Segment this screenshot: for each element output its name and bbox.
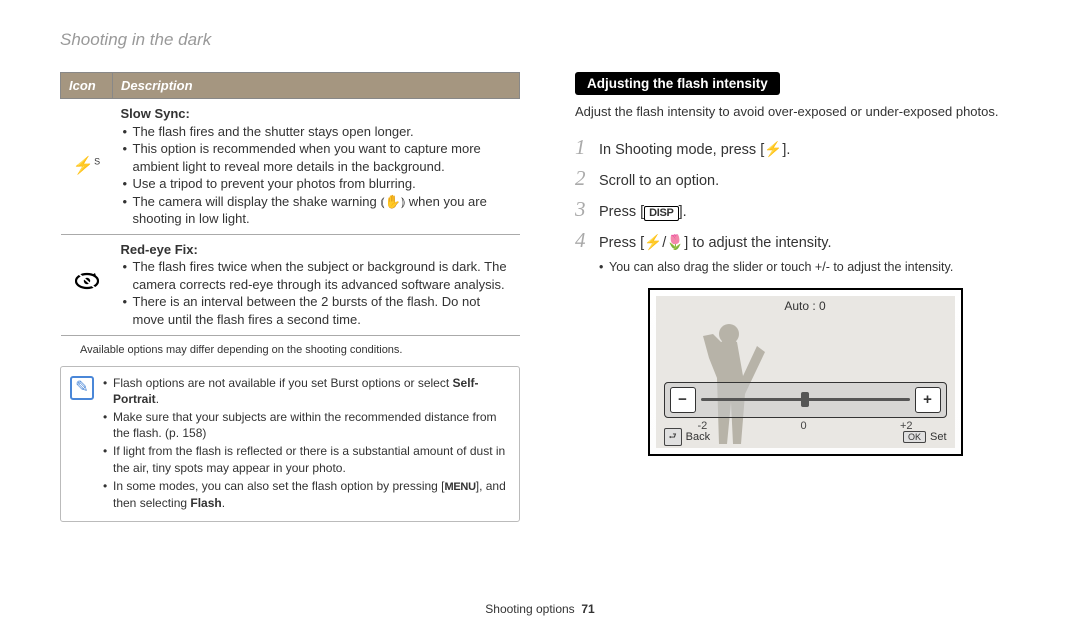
camera-preview: Auto : 0 − +: [648, 288, 963, 456]
row-bullet: There is an interval between the 2 burst…: [123, 293, 512, 328]
left-column: Icon Description ⚡S Slow Sync: The flash…: [60, 72, 520, 522]
intensity-value-label: Auto : 0: [784, 299, 825, 313]
sub-bullet: You can also drag the slider or touch +/…: [599, 260, 1035, 274]
step-number: 2: [575, 166, 599, 191]
table-row: ⚡S Slow Sync: The flash fires and the sh…: [61, 99, 520, 235]
row-title: Slow Sync:: [121, 106, 190, 121]
row-bullet: The flash fires twice when the subject o…: [123, 258, 512, 293]
note-bullet: If light from the flash is reflected or …: [103, 443, 509, 475]
set-button[interactable]: OK Set: [903, 431, 947, 443]
steps-list: 1 In Shooting mode, press [⚡]. 2 Scroll …: [575, 135, 1035, 254]
note-bullet: Flash options are not available if you s…: [103, 375, 509, 407]
disp-button-icon: DISP: [644, 206, 678, 221]
flash-options-table: Icon Description ⚡S Slow Sync: The flash…: [60, 72, 520, 336]
step-text: Press [DISP].: [599, 202, 687, 222]
step-text: In Shooting mode, press [⚡].: [599, 140, 790, 160]
back-key-icon: ⮐: [664, 428, 682, 446]
footnote: Available options may differ depending o…: [80, 344, 520, 356]
note-bullet: In some modes, you can also set the flas…: [103, 478, 509, 511]
flash-slow-sync-icon: ⚡S: [61, 99, 113, 235]
ok-key-icon: OK: [903, 431, 926, 443]
page-title: Shooting in the dark: [60, 30, 1035, 50]
right-column: Adjusting the flash intensity Adjust the…: [575, 72, 1035, 522]
red-eye-fix-icon: [61, 234, 113, 335]
row-bullet: This option is recommended when you want…: [123, 140, 512, 175]
note-icon: ✎: [70, 376, 94, 400]
th-desc: Description: [113, 73, 520, 99]
th-icon: Icon: [61, 73, 113, 99]
note-bullet: Make sure that your subjects are within …: [103, 409, 509, 441]
row-bullet: The camera will display the shake warnin…: [123, 193, 512, 228]
page-footer: Shooting options 71: [485, 602, 594, 616]
note-box: ✎ Flash options are not available if you…: [60, 366, 520, 522]
minus-button[interactable]: −: [670, 387, 696, 413]
row-bullet: The flash fires and the shutter stays op…: [123, 123, 512, 141]
plus-button[interactable]: +: [915, 387, 941, 413]
section-banner: Adjusting the flash intensity: [575, 72, 780, 95]
intensity-slider[interactable]: − +: [664, 382, 947, 418]
row-bullet: Use a tripod to prevent your photos from…: [123, 175, 512, 193]
row-title: Red-eye Fix:: [121, 242, 198, 257]
step-text: Press [⚡/🌷] to adjust the intensity.: [599, 233, 832, 253]
slider-handle[interactable]: [801, 392, 809, 407]
step-number: 3: [575, 197, 599, 222]
step-text: Scroll to an option.: [599, 171, 719, 191]
section-intro: Adjust the flash intensity to avoid over…: [575, 103, 1035, 121]
slider-track[interactable]: [701, 398, 910, 401]
step-number: 1: [575, 135, 599, 160]
step-number: 4: [575, 228, 599, 253]
back-button[interactable]: ⮐ Back: [664, 428, 711, 446]
table-row: Red-eye Fix: The flash fires twice when …: [61, 234, 520, 335]
